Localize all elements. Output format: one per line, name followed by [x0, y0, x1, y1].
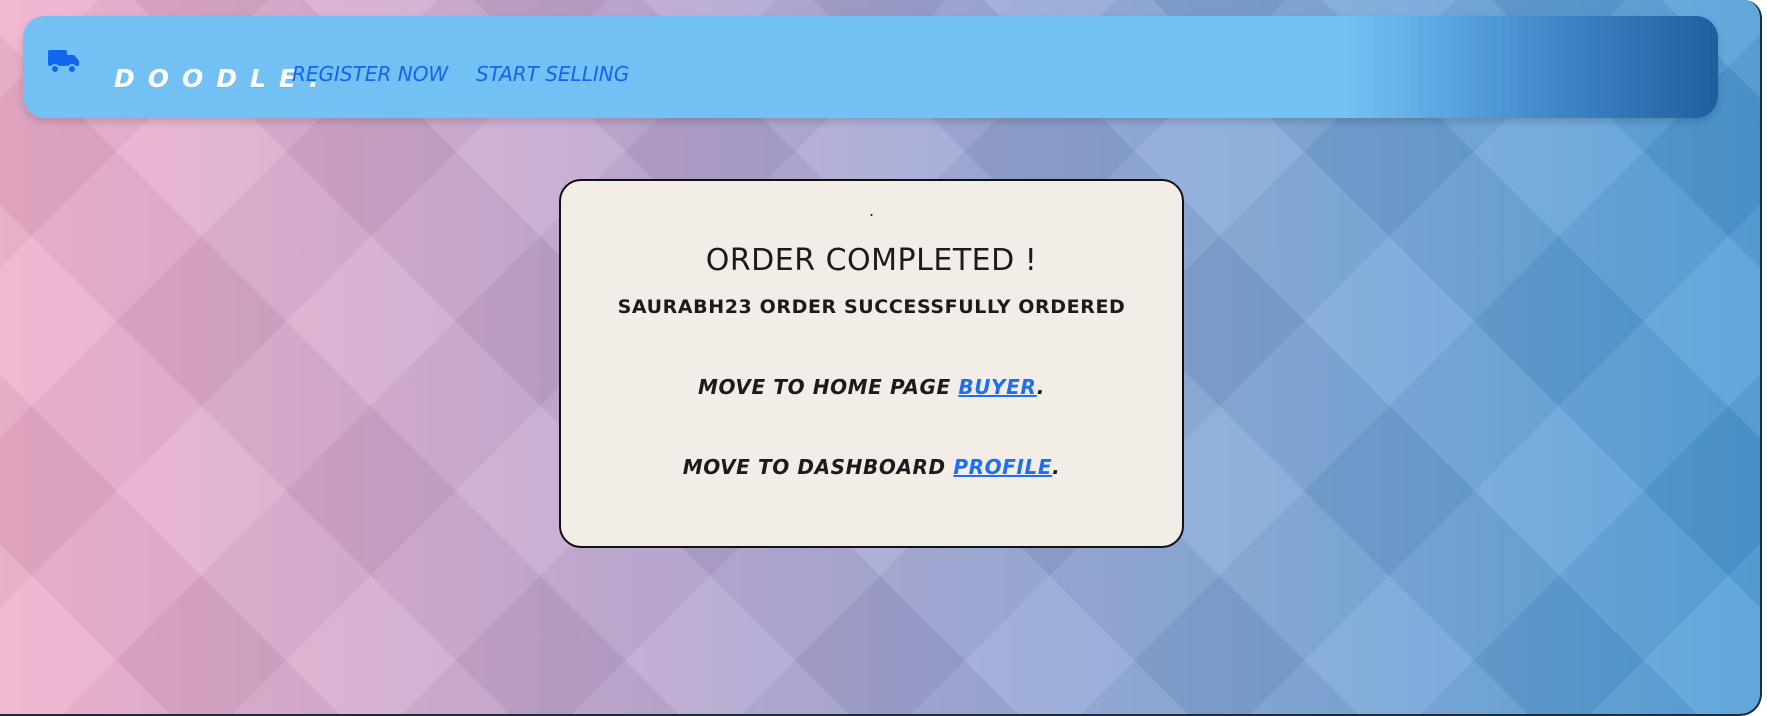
card-dot: . [868, 201, 875, 220]
order-completed-title: ORDER COMPLETED ! [705, 243, 1038, 278]
top-navbar: Doodle. Register now Start selling [23, 16, 1718, 118]
dashboard-text: MOVE TO DASHBOARD [682, 455, 954, 479]
home-page-line: MOVE TO HOME PAGE BUYER. [561, 375, 1182, 399]
home-page-text: MOVE TO HOME PAGE [698, 375, 959, 399]
order-success-message: SAURABH23 ORDER SUCCESSFULLY ORDERED [617, 296, 1126, 318]
register-now-link[interactable]: Register now [292, 62, 448, 86]
dashboard-suffix: . [1052, 455, 1061, 479]
profile-link[interactable]: PROFILE [953, 455, 1052, 479]
truck-icon[interactable] [47, 47, 81, 77]
start-selling-link[interactable]: Start selling [476, 62, 629, 86]
order-status-card: . ORDER COMPLETED ! SAURABH23 ORDER SUCC… [559, 179, 1184, 548]
page-background: Doodle. Register now Start selling . ORD… [0, 0, 1762, 716]
home-page-suffix: . [1036, 375, 1045, 399]
buyer-link[interactable]: BUYER [958, 375, 1036, 399]
dashboard-line: MOVE TO DASHBOARD PROFILE. [561, 455, 1182, 479]
